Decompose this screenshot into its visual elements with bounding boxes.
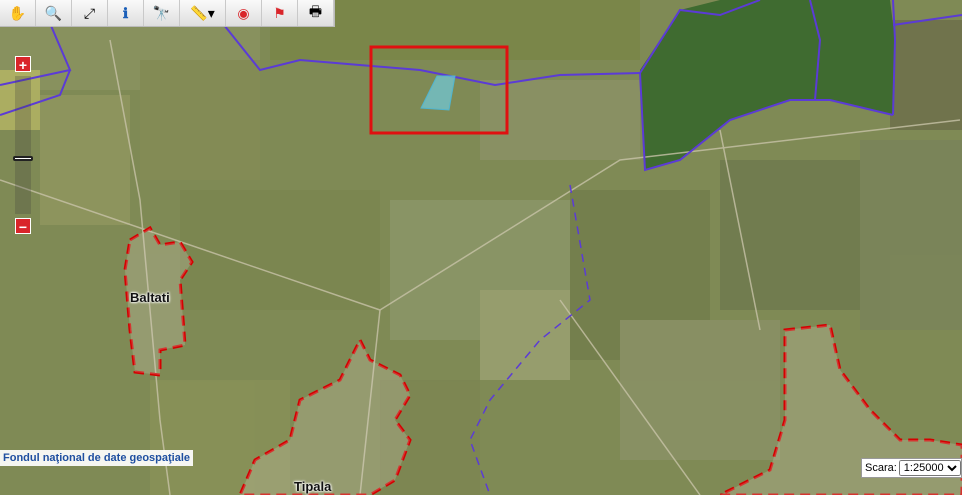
flag-icon: ⚑ [273, 4, 286, 21]
scale-label: Scara: [865, 462, 897, 474]
place-label-baltati: Baltati [130, 290, 170, 305]
scale-control: Scara: 1:25000 [861, 458, 962, 478]
full-extent-icon: ⤢ [83, 4, 96, 21]
binoculars-icon: 🔭 [152, 4, 171, 21]
zoom-slider-track[interactable] [15, 76, 31, 214]
full-extent-tool[interactable]: ⤢ [72, 0, 108, 26]
measure-ruler-icon: 📏▾ [190, 4, 215, 21]
attribution-link[interactable]: Fondul naţional de date geospaţiale [0, 450, 194, 466]
zoom-control: + − [13, 56, 33, 235]
zoom-tool[interactable]: 🔍 [36, 0, 72, 26]
info-tool[interactable]: ℹ [108, 0, 144, 26]
info-icon: ℹ [122, 4, 129, 21]
target-tool[interactable]: ◉ [226, 0, 262, 26]
zoom-magnifier-icon: 🔍 [44, 4, 63, 21]
place-label-tipala: Tipala [294, 479, 332, 494]
measure-tool[interactable]: 📏▾ [180, 0, 226, 26]
flag-tool[interactable]: ⚑ [262, 0, 298, 26]
pan-tool[interactable]: ✋ [0, 0, 36, 26]
satellite-map[interactable] [0, 0, 962, 495]
print-icon: 🖶 [308, 3, 323, 19]
target-icon: ◉ [237, 4, 250, 21]
pan-hand-icon: ✋ [8, 4, 27, 21]
scale-select[interactable]: 1:25000 [898, 460, 961, 476]
print-tool[interactable]: 🖶 [298, 0, 334, 26]
map-toolbar: ✋ 🔍 ⤢ ℹ 🔭 📏▾ ◉ ⚑ 🖶 [0, 0, 335, 27]
zoom-in-button[interactable]: + [15, 56, 31, 73]
zoom-slider-thumb[interactable] [13, 156, 33, 161]
search-tool[interactable]: 🔭 [144, 0, 180, 26]
zoom-out-button[interactable]: − [15, 218, 31, 235]
